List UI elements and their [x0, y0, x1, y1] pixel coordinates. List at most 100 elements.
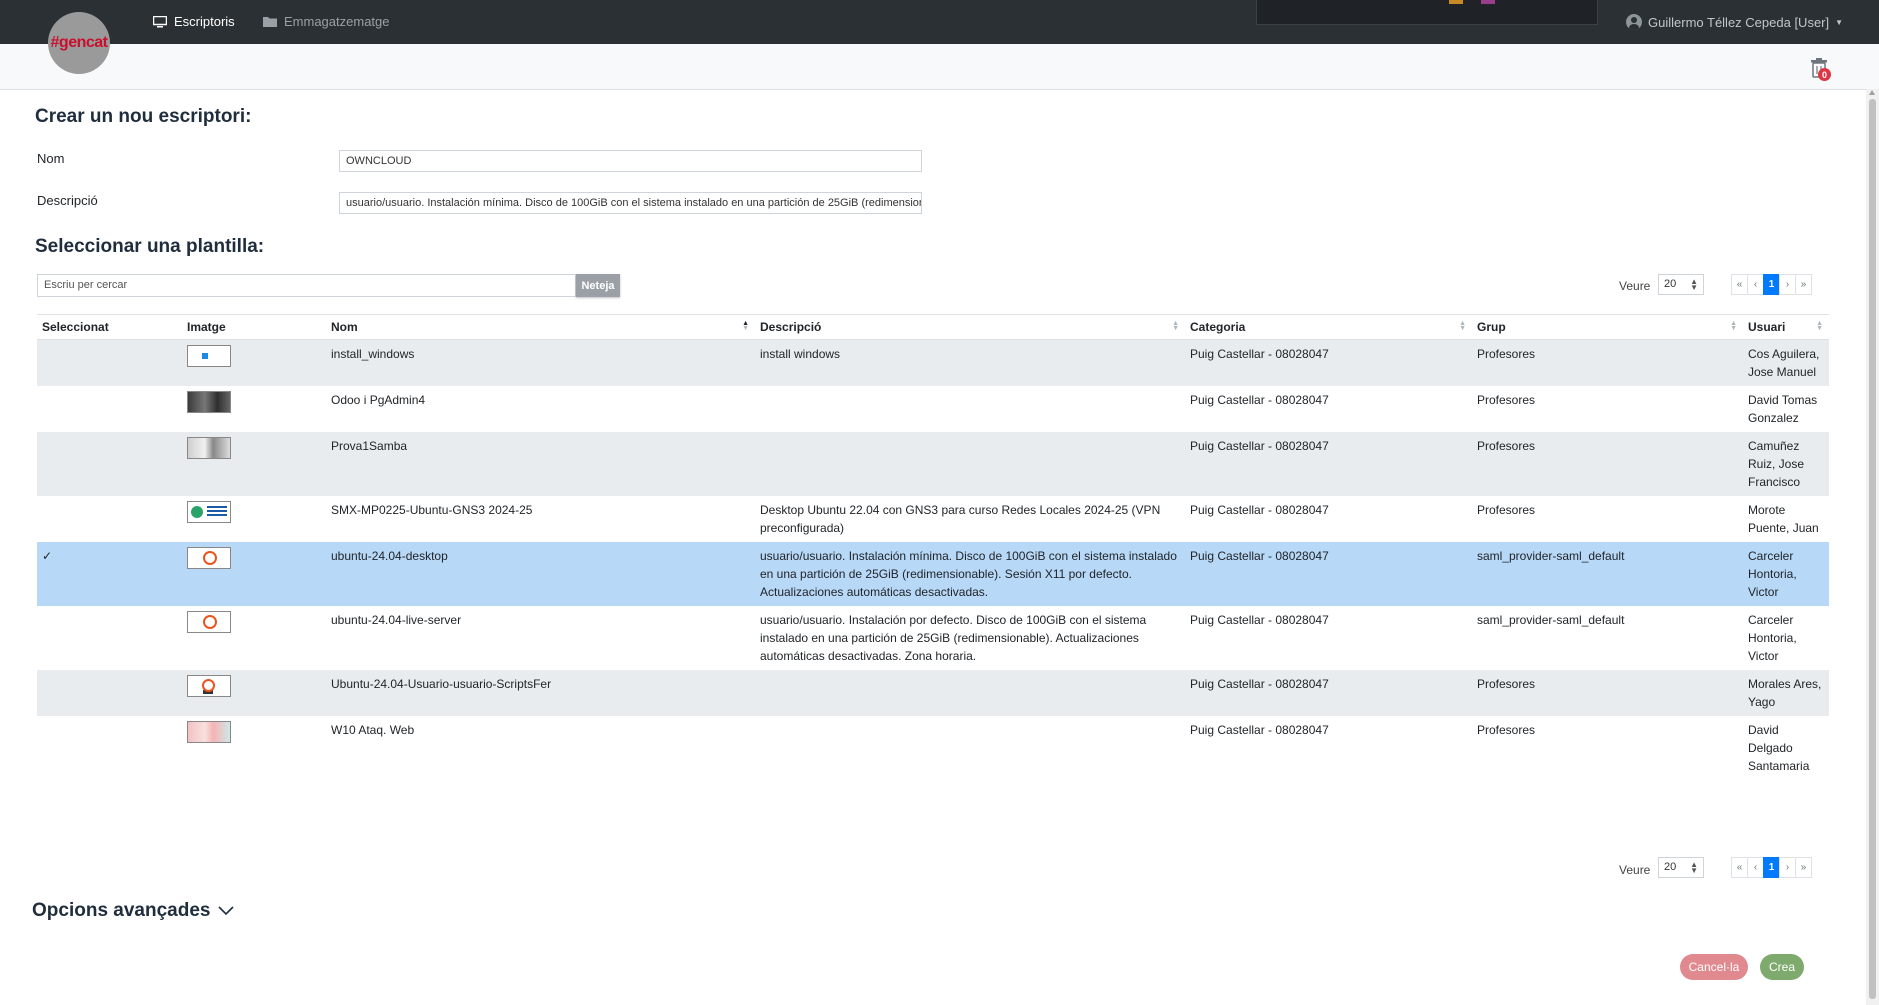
- cell-category: Puig Castellar - 08028047: [1190, 613, 1329, 627]
- table-row[interactable]: SMX-MP0225-Ubuntu-GNS3 2024-25 Desktop U…: [37, 496, 1829, 542]
- cell-group: Profesores: [1472, 432, 1743, 496]
- column-header-name[interactable]: Nom ▲ ▼: [326, 314, 755, 340]
- table-row[interactable]: W10 Ataq. Web Puig Castellar - 08028047 …: [37, 716, 1829, 780]
- table-row[interactable]: ubuntu-24.04-live-server usuario/usuario…: [37, 606, 1829, 670]
- name-input[interactable]: OWNCLOUD: [339, 150, 922, 172]
- prev-page-button[interactable]: ‹: [1747, 274, 1764, 295]
- page-1-button[interactable]: 1: [1763, 857, 1780, 878]
- cell-category: Puig Castellar - 08028047: [1190, 723, 1329, 737]
- select-caret-icon: ▲ ▼: [1690, 860, 1698, 875]
- overlay-marker: [1481, 0, 1495, 4]
- select-caret-icon: ▲ ▼: [1690, 277, 1698, 292]
- column-header-image[interactable]: Imatge: [182, 314, 326, 340]
- template-thumbnail: [187, 721, 231, 743]
- template-search-input[interactable]: Escriu per cercar: [37, 274, 576, 297]
- table-row[interactable]: install_windows install windows Puig Cas…: [37, 339, 1829, 386]
- nav-item-escriptoris[interactable]: Escriptoris: [153, 14, 235, 29]
- cell-name: ubuntu-24.04-live-server: [331, 613, 462, 627]
- template-thumbnail: [187, 547, 231, 569]
- cell-image: [182, 432, 326, 496]
- column-label: Descripció: [760, 320, 822, 334]
- pagination-bottom: « ‹ 1 › »: [1731, 857, 1812, 878]
- cell-description: Desktop Ubuntu 22.04 con GNS3 para curso…: [760, 503, 1161, 535]
- cell-description: [755, 670, 1185, 716]
- cell-selected: [37, 339, 182, 386]
- table-row[interactable]: Odoo i PgAdmin4 Puig Castellar - 0802804…: [37, 386, 1829, 432]
- description-input[interactable]: usuario/usuario. Instalación mínima. Dis…: [339, 192, 922, 214]
- gencat-logo[interactable]: #gencat: [48, 12, 110, 74]
- cell-image: [182, 496, 326, 542]
- table-row-selected[interactable]: ✓ ubuntu-24.04-desktop usuario/usuario. …: [37, 542, 1829, 606]
- column-label: Categoria: [1190, 320, 1246, 334]
- page-size-value: 20: [1664, 861, 1677, 873]
- sub-toolbar: [0, 44, 1879, 90]
- column-header-description[interactable]: Descripció ▲ ▼: [755, 314, 1185, 340]
- column-header-user[interactable]: Usuari ▲ ▼: [1743, 314, 1829, 340]
- cell-user: Morales Ares, Yago: [1743, 670, 1829, 716]
- cell-category: Puig Castellar - 08028047: [1185, 339, 1472, 386]
- cell-description: usuario/usuario. Instalación mínima. Dis…: [755, 542, 1185, 606]
- page-scrollbar[interactable]: [1866, 89, 1879, 1005]
- last-page-button[interactable]: »: [1795, 857, 1812, 878]
- cell-user: Carceler Hontoria, Victor: [1748, 613, 1797, 663]
- table-row[interactable]: Ubuntu-24.04-Usuario-usuario-ScriptsFer …: [37, 670, 1829, 716]
- scroll-up-icon[interactable]: [1869, 90, 1875, 95]
- page-size-label: Veure: [1619, 863, 1651, 877]
- prev-page-button[interactable]: ‹: [1747, 857, 1764, 878]
- advanced-options-toggle[interactable]: Opcions avançades: [32, 900, 235, 922]
- cell-name: Ubuntu-24.04-Usuario-usuario-ScriptsFer: [326, 670, 755, 716]
- column-header-group[interactable]: Grup ▲ ▼: [1472, 314, 1743, 340]
- overlay-marker: [1449, 0, 1463, 4]
- sort-icon: ▲ ▼: [1816, 320, 1823, 332]
- trash-count-badge: 0: [1818, 68, 1831, 81]
- cell-name: install_windows: [326, 339, 755, 386]
- template-thumbnail: [187, 501, 231, 523]
- clear-search-button[interactable]: Neteja: [576, 274, 620, 297]
- next-page-button[interactable]: ›: [1779, 857, 1796, 878]
- first-page-button[interactable]: «: [1731, 274, 1748, 295]
- template-thumbnail: [187, 437, 231, 459]
- monitor-icon: [153, 15, 167, 27]
- template-thumbnail: [187, 345, 231, 367]
- cell-image: [182, 339, 326, 386]
- cell-image: [182, 670, 326, 716]
- table-row[interactable]: Prova1Samba Puig Castellar - 08028047 Pr…: [37, 432, 1829, 496]
- cell-image: [182, 386, 326, 432]
- next-page-button[interactable]: ›: [1779, 274, 1796, 295]
- cell-selected: [37, 432, 182, 496]
- column-header-category[interactable]: Categoria ▲ ▼: [1185, 314, 1472, 340]
- cell-group: Profesores: [1477, 503, 1536, 517]
- page-size-select[interactable]: 20 ▲ ▼: [1658, 274, 1704, 295]
- cell-group: Profesores: [1477, 723, 1536, 737]
- cell-user: Cos Aguilera, Jose Manuel: [1743, 339, 1829, 386]
- cell-description: [755, 386, 1185, 432]
- page-1-button[interactable]: 1: [1763, 274, 1780, 295]
- logo-text: #gencat: [50, 34, 108, 51]
- description-label: Descripció: [37, 193, 98, 208]
- column-header-selected[interactable]: Seleccionat: [37, 314, 182, 340]
- nav-item-label: Emmagatzematge: [284, 14, 390, 29]
- cell-category: Puig Castellar - 08028047: [1190, 503, 1329, 517]
- cell-selected-checkmark: ✓: [37, 542, 182, 606]
- page-size-select[interactable]: 20 ▲ ▼: [1658, 857, 1704, 878]
- user-menu[interactable]: Guillermo Téllez Cepeda [User] ▼: [1626, 14, 1843, 30]
- overlay-panel: [1256, 0, 1598, 25]
- cell-description: usuario/usuario. Instalación por defecto…: [760, 613, 1147, 663]
- sort-icon: ▲ ▼: [1730, 320, 1737, 332]
- nav-item-emmagatzematge[interactable]: Emmagatzematge: [263, 14, 390, 29]
- cell-category: Puig Castellar - 08028047: [1190, 393, 1329, 407]
- template-thumbnail: [187, 675, 231, 697]
- cancel-button[interactable]: Cancel·la: [1680, 954, 1748, 980]
- last-page-button[interactable]: »: [1795, 274, 1812, 295]
- cell-category: Puig Castellar - 08028047: [1185, 432, 1472, 496]
- create-button[interactable]: Crea: [1760, 954, 1804, 980]
- cell-name: SMX-MP0225-Ubuntu-GNS3 2024-25: [331, 503, 533, 517]
- form-title: Crear un nou escriptori:: [35, 106, 252, 127]
- name-label: Nom: [37, 151, 65, 166]
- cell-group: Profesores: [1477, 393, 1536, 407]
- scrollbar-thumb[interactable]: [1869, 99, 1876, 999]
- cell-selected: [37, 670, 182, 716]
- first-page-button[interactable]: «: [1731, 857, 1748, 878]
- page-size-value: 20: [1664, 278, 1677, 290]
- sort-icon: ▲ ▼: [1459, 320, 1466, 332]
